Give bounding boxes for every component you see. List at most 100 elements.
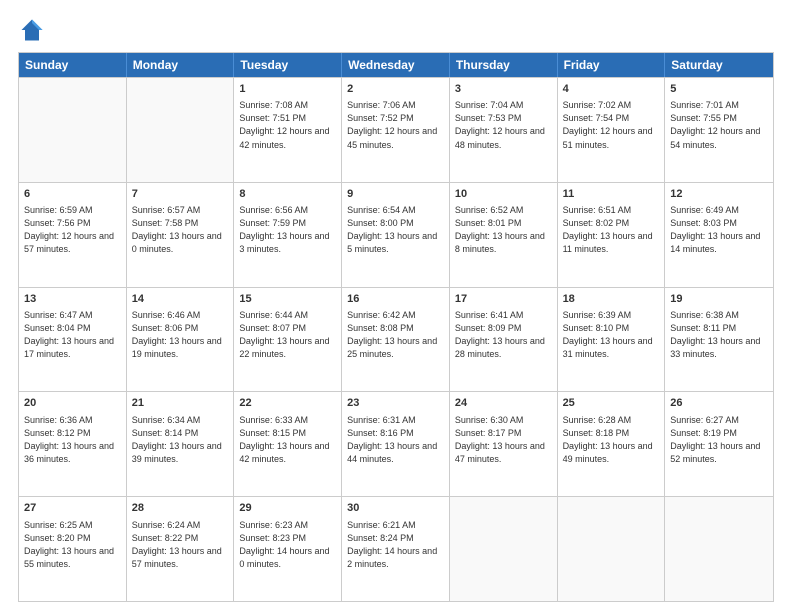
- header-day-thursday: Thursday: [450, 53, 558, 77]
- day-info: Sunrise: 6:52 AM Sunset: 8:01 PM Dayligh…: [455, 204, 552, 256]
- calendar-row-2: 13 Sunrise: 6:47 AM Sunset: 8:04 PM Dayli…: [19, 287, 773, 392]
- day-info: Sunrise: 6:33 AM Sunset: 8:15 PM Dayligh…: [239, 414, 336, 466]
- day-number: 30: [347, 501, 444, 516]
- calendar-cell: 16 Sunrise: 6:42 AM Sunset: 8:08 PM Dayli…: [342, 288, 450, 392]
- calendar-cell: 21 Sunrise: 6:34 AM Sunset: 8:14 PM Dayli…: [127, 392, 235, 496]
- calendar-cell: 3 Sunrise: 7:04 AM Sunset: 7:53 PM Daylig…: [450, 78, 558, 182]
- day-number: 7: [132, 187, 229, 202]
- calendar-cell: 4 Sunrise: 7:02 AM Sunset: 7:54 PM Daylig…: [558, 78, 666, 182]
- day-number: 6: [24, 187, 121, 202]
- day-info: Sunrise: 6:23 AM Sunset: 8:23 PM Dayligh…: [239, 519, 336, 571]
- logo-icon: [18, 16, 46, 44]
- header-day-friday: Friday: [558, 53, 666, 77]
- day-number: 16: [347, 292, 444, 307]
- day-info: Sunrise: 7:06 AM Sunset: 7:52 PM Dayligh…: [347, 99, 444, 151]
- calendar-cell: 5 Sunrise: 7:01 AM Sunset: 7:55 PM Daylig…: [665, 78, 773, 182]
- day-info: Sunrise: 6:57 AM Sunset: 7:58 PM Dayligh…: [132, 204, 229, 256]
- calendar-cell: 20 Sunrise: 6:36 AM Sunset: 8:12 PM Dayli…: [19, 392, 127, 496]
- calendar-cell: 23Sunrise: 6:31 AM Sunset: 8:16 PM Dayli…: [342, 392, 450, 496]
- day-number: 25: [563, 396, 660, 411]
- day-number: 15: [239, 292, 336, 307]
- day-number: 12: [670, 187, 768, 202]
- header-day-sunday: Sunday: [19, 53, 127, 77]
- day-number: 11: [563, 187, 660, 202]
- calendar-cell: 28 Sunrise: 6:24 AM Sunset: 8:22 PM Dayli…: [127, 497, 235, 601]
- day-info: Sunrise: 6:36 AM Sunset: 8:12 PM Dayligh…: [24, 414, 121, 466]
- calendar: SundayMondayTuesdayWednesdayThursdayFrid…: [18, 52, 774, 602]
- calendar-header: SundayMondayTuesdayWednesdayThursdayFrid…: [19, 53, 773, 77]
- header-day-tuesday: Tuesday: [234, 53, 342, 77]
- day-number: 2: [347, 82, 444, 97]
- calendar-cell: 6 Sunrise: 6:59 AM Sunset: 7:56 PM Daylig…: [19, 183, 127, 287]
- day-info: Sunrise: 6:46 AM Sunset: 8:06 PM Dayligh…: [132, 309, 229, 361]
- day-number: 28: [132, 501, 229, 516]
- day-info: Sunrise: 6:39 AM Sunset: 8:10 PM Dayligh…: [563, 309, 660, 361]
- day-info: Sunrise: 6:42 AM Sunset: 8:08 PM Dayligh…: [347, 309, 444, 361]
- day-info: Sunrise: 6:24 AM Sunset: 8:22 PM Dayligh…: [132, 519, 229, 571]
- calendar-cell: [665, 497, 773, 601]
- calendar-cell: 13 Sunrise: 6:47 AM Sunset: 8:04 PM Dayli…: [19, 288, 127, 392]
- calendar-cell: 25 Sunrise: 6:28 AM Sunset: 8:18 PM Dayli…: [558, 392, 666, 496]
- header-day-monday: Monday: [127, 53, 235, 77]
- day-info: Sunrise: 7:01 AM Sunset: 7:55 PM Dayligh…: [670, 99, 768, 151]
- day-info: Sunrise: 6:59 AM Sunset: 7:56 PM Dayligh…: [24, 204, 121, 256]
- calendar-cell: 17Sunrise: 6:41 AM Sunset: 8:09 PM Dayli…: [450, 288, 558, 392]
- day-number: 19: [670, 292, 768, 307]
- calendar-cell: [127, 78, 235, 182]
- day-info: Sunrise: 6:54 AM Sunset: 8:00 PM Dayligh…: [347, 204, 444, 256]
- day-info: Sunrise: 6:34 AM Sunset: 8:14 PM Dayligh…: [132, 414, 229, 466]
- day-info: Sunrise: 6:47 AM Sunset: 8:04 PM Dayligh…: [24, 309, 121, 361]
- day-info: Sunrise: 6:56 AM Sunset: 7:59 PM Dayligh…: [239, 204, 336, 256]
- day-number: 5: [670, 82, 768, 97]
- day-number: 23: [347, 396, 444, 411]
- calendar-row-0: 1Sunrise: 7:08 AM Sunset: 7:51 PM Daylig…: [19, 77, 773, 182]
- day-info: Sunrise: 6:44 AM Sunset: 8:07 PM Dayligh…: [239, 309, 336, 361]
- day-number: 14: [132, 292, 229, 307]
- day-info: Sunrise: 7:04 AM Sunset: 7:53 PM Dayligh…: [455, 99, 552, 151]
- calendar-cell: [450, 497, 558, 601]
- day-number: 8: [239, 187, 336, 202]
- calendar-cell: [558, 497, 666, 601]
- day-info: Sunrise: 6:49 AM Sunset: 8:03 PM Dayligh…: [670, 204, 768, 256]
- calendar-cell: 12 Sunrise: 6:49 AM Sunset: 8:03 PM Dayli…: [665, 183, 773, 287]
- day-number: 21: [132, 396, 229, 411]
- day-number: 29: [239, 501, 336, 516]
- day-info: Sunrise: 6:28 AM Sunset: 8:18 PM Dayligh…: [563, 414, 660, 466]
- page-header: [18, 16, 774, 44]
- calendar-cell: 26Sunrise: 6:27 AM Sunset: 8:19 PM Dayli…: [665, 392, 773, 496]
- calendar-cell: 30 Sunrise: 6:21 AM Sunset: 8:24 PM Dayli…: [342, 497, 450, 601]
- calendar-body: 1Sunrise: 7:08 AM Sunset: 7:51 PM Daylig…: [19, 77, 773, 601]
- calendar-row-4: 27 Sunrise: 6:25 AM Sunset: 8:20 PM Dayli…: [19, 496, 773, 601]
- day-info: Sunrise: 7:02 AM Sunset: 7:54 PM Dayligh…: [563, 99, 660, 151]
- day-info: Sunrise: 6:25 AM Sunset: 8:20 PM Dayligh…: [24, 519, 121, 571]
- calendar-cell: 1Sunrise: 7:08 AM Sunset: 7:51 PM Daylig…: [234, 78, 342, 182]
- day-info: Sunrise: 7:08 AM Sunset: 7:51 PM Dayligh…: [239, 99, 336, 151]
- header-day-saturday: Saturday: [665, 53, 773, 77]
- day-number: 22: [239, 396, 336, 411]
- day-number: 27: [24, 501, 121, 516]
- day-number: 20: [24, 396, 121, 411]
- day-number: 10: [455, 187, 552, 202]
- calendar-cell: 22 Sunrise: 6:33 AM Sunset: 8:15 PM Dayli…: [234, 392, 342, 496]
- calendar-cell: [19, 78, 127, 182]
- logo: [18, 16, 50, 44]
- day-number: 13: [24, 292, 121, 307]
- header-day-wednesday: Wednesday: [342, 53, 450, 77]
- calendar-row-3: 20 Sunrise: 6:36 AM Sunset: 8:12 PM Dayli…: [19, 391, 773, 496]
- day-number: 3: [455, 82, 552, 97]
- calendar-cell: 15 Sunrise: 6:44 AM Sunset: 8:07 PM Dayli…: [234, 288, 342, 392]
- day-number: 17: [455, 292, 552, 307]
- calendar-cell: 9 Sunrise: 6:54 AM Sunset: 8:00 PM Daylig…: [342, 183, 450, 287]
- day-number: 9: [347, 187, 444, 202]
- calendar-cell: 29 Sunrise: 6:23 AM Sunset: 8:23 PM Dayli…: [234, 497, 342, 601]
- calendar-cell: 7 Sunrise: 6:57 AM Sunset: 7:58 PM Daylig…: [127, 183, 235, 287]
- calendar-row-1: 6 Sunrise: 6:59 AM Sunset: 7:56 PM Daylig…: [19, 182, 773, 287]
- day-number: 24: [455, 396, 552, 411]
- day-number: 4: [563, 82, 660, 97]
- calendar-cell: 2 Sunrise: 7:06 AM Sunset: 7:52 PM Daylig…: [342, 78, 450, 182]
- calendar-cell: 24Sunrise: 6:30 AM Sunset: 8:17 PM Dayli…: [450, 392, 558, 496]
- calendar-cell: 8 Sunrise: 6:56 AM Sunset: 7:59 PM Daylig…: [234, 183, 342, 287]
- calendar-cell: 19Sunrise: 6:38 AM Sunset: 8:11 PM Dayli…: [665, 288, 773, 392]
- day-info: Sunrise: 6:21 AM Sunset: 8:24 PM Dayligh…: [347, 519, 444, 571]
- calendar-cell: 11Sunrise: 6:51 AM Sunset: 8:02 PM Dayli…: [558, 183, 666, 287]
